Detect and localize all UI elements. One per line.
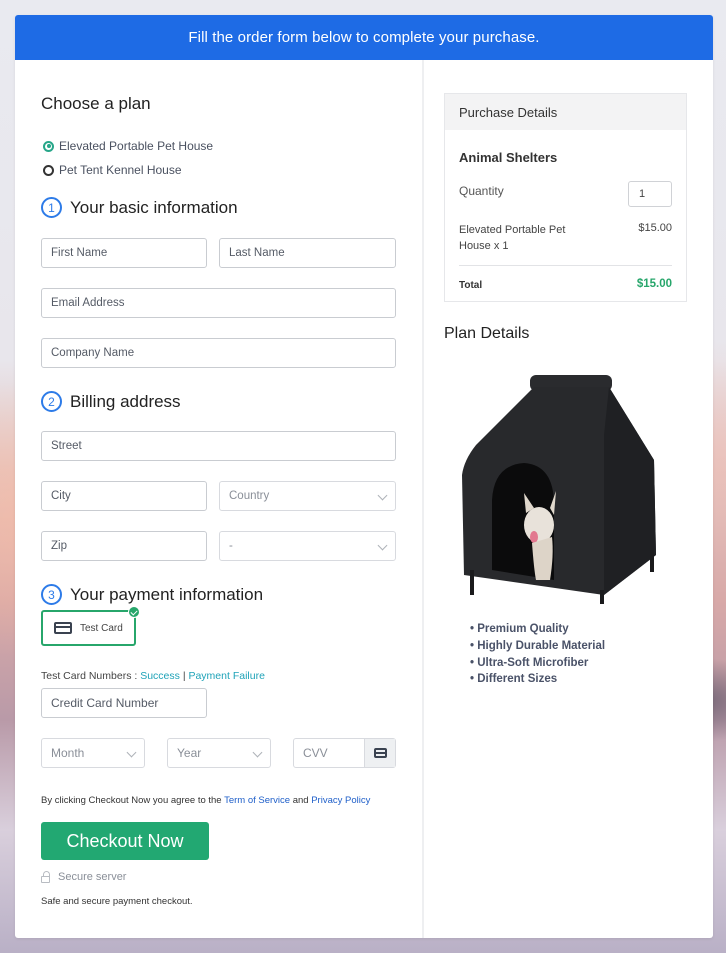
total-label: Total <box>459 280 483 291</box>
company-input[interactable]: Company Name <box>41 338 396 368</box>
year-value: Year <box>177 746 202 760</box>
chevron-down-icon <box>377 490 388 501</box>
radio-selected[interactable] <box>43 140 54 152</box>
tent-leg <box>650 550 654 572</box>
credit-card-icon <box>54 622 72 634</box>
chevron-down-icon <box>126 747 137 758</box>
dog-tongue <box>530 531 538 543</box>
cvv-card-button[interactable] <box>364 739 395 767</box>
street-input[interactable]: Street <box>41 431 396 461</box>
tent-leg <box>470 570 474 595</box>
checkout-card: Fill the order form below to complete yo… <box>15 15 713 938</box>
banner-text: Fill the order form below to complete yo… <box>188 29 540 46</box>
section-title: Billing address <box>70 391 181 411</box>
test-card-numbers: Test Card Numbers : Success | Payment Fa… <box>41 670 265 682</box>
test-card-method[interactable]: Test Card <box>41 606 140 646</box>
test-card-label: Test Card <box>80 622 123 634</box>
country-select[interactable]: Country <box>219 481 396 511</box>
order-form: Choose a plan Elevated Portable Pet Hous… <box>15 60 423 938</box>
step-number: 1 <box>41 197 62 218</box>
line-item-price: $15.00 <box>638 222 672 234</box>
plan-option-elevated[interactable]: Elevated Portable Pet House <box>43 139 213 153</box>
month-value: Month <box>51 746 85 760</box>
country-value: Country <box>229 490 270 502</box>
product-group-title: Animal Shelters <box>459 150 558 165</box>
billing-heading: 2 Billing address <box>41 391 181 412</box>
check-circle-icon <box>128 606 140 618</box>
dog-head <box>524 507 554 543</box>
cvv-placeholder: CVV <box>303 746 328 760</box>
basic-info-heading: 1 Your basic information <box>41 197 238 218</box>
step-number: 2 <box>41 391 62 412</box>
choose-plan-heading: Choose a plan <box>41 94 151 113</box>
state-value: - <box>229 540 233 552</box>
credit-card-icon <box>373 748 387 758</box>
terms-prefix: By clicking Checkout Now you agree to th… <box>41 795 222 806</box>
payment-failure-link[interactable]: Payment Failure <box>188 670 264 682</box>
feature-list: Premium Quality Highly Durable Material … <box>470 621 605 688</box>
summary-column: Purchase Details Animal Shelters Quantit… <box>424 60 713 938</box>
radio-unselected[interactable] <box>43 164 54 176</box>
year-select[interactable]: Year <box>167 738 271 768</box>
feature-item: Highly Durable Material <box>470 638 605 655</box>
chevron-down-icon <box>252 747 263 758</box>
feature-item: Premium Quality <box>470 621 605 638</box>
step-number: 3 <box>41 584 62 605</box>
product-image <box>462 375 656 604</box>
feature-item: Different Sizes <box>470 671 605 688</box>
total-value: $15.00 <box>636 278 672 290</box>
safe-checkout-text: Safe and secure payment checkout. <box>41 896 193 907</box>
plan-option-label: Elevated Portable Pet House <box>59 139 214 153</box>
summary-divider <box>459 265 672 266</box>
lock-icon <box>41 870 50 883</box>
terms-and: and <box>292 795 309 806</box>
secure-server-label: Secure server <box>58 871 127 883</box>
line-item-label: Elevated Portable Pet House x 1 <box>459 224 566 252</box>
checkout-now-button[interactable]: Checkout Now <box>41 822 209 860</box>
purchase-details-heading: Purchase Details <box>445 94 686 130</box>
terms-of-service-link[interactable]: Term of Service <box>224 795 290 806</box>
plan-option-label: Pet Tent Kennel House <box>59 163 182 177</box>
feature-item: Ultra-Soft Microfiber <box>470 655 605 672</box>
separator: | <box>182 670 186 682</box>
zip-input[interactable]: Zip <box>41 531 207 561</box>
tent-side <box>604 387 656 595</box>
terms-text: By clicking Checkout Now you agree to th… <box>41 795 370 806</box>
privacy-policy-link[interactable]: Privacy Policy <box>311 795 370 806</box>
secure-server: Secure server <box>41 870 127 883</box>
email-input[interactable]: Email Address <box>41 288 396 318</box>
payment-heading: 3 Your payment information <box>41 584 263 605</box>
first-name-input[interactable]: First Name <box>41 238 207 268</box>
header-banner: Fill the order form below to complete yo… <box>15 15 713 60</box>
dog-body <box>532 537 553 580</box>
credit-card-number-input[interactable]: Credit Card Number <box>41 688 207 718</box>
section-title: Your payment information <box>70 584 264 604</box>
chevron-down-icon <box>377 540 388 551</box>
last-name-input[interactable]: Last Name <box>219 238 396 268</box>
purchase-details-box: Purchase Details Animal Shelters Quantit… <box>444 93 687 302</box>
quantity-input[interactable]: 1 <box>628 181 672 207</box>
plan-option-tent[interactable]: Pet Tent Kennel House <box>43 163 182 177</box>
cvv-input[interactable]: CVV <box>293 738 396 768</box>
success-link[interactable]: Success <box>140 670 180 682</box>
state-select[interactable]: - <box>219 531 396 561</box>
quantity-label: Quantity <box>459 184 504 198</box>
month-select[interactable]: Month <box>41 738 145 768</box>
section-title: Your basic information <box>70 197 238 217</box>
test-numbers-label: Test Card Numbers : <box>41 670 138 682</box>
city-input[interactable]: City <box>41 481 207 511</box>
tent-leg <box>600 590 604 604</box>
plan-details-heading: Plan Details <box>444 325 530 342</box>
